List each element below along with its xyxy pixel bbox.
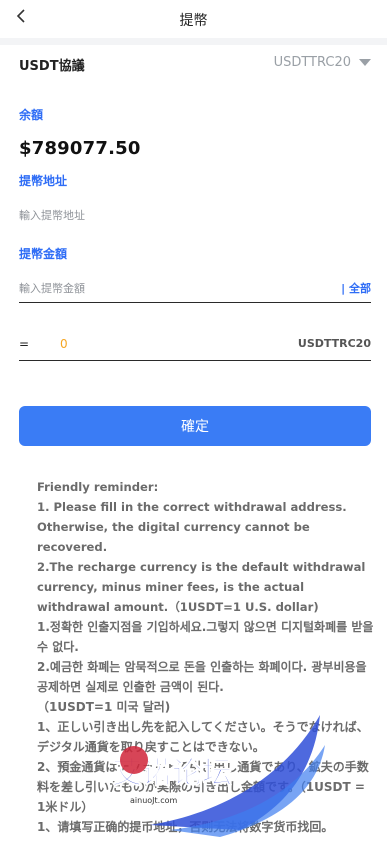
- reminder-line: 1、正しい引き出し先を記入してください。そうでなければ、デジタル通貨を取り戻すこ…: [37, 720, 369, 754]
- balance-label: 余額: [19, 108, 44, 122]
- amount-input[interactable]: 輸入提幣金額: [19, 280, 85, 296]
- friendly-reminder: Friendly reminder: 1. Please fill in the…: [37, 477, 375, 837]
- header-divider: [0, 38, 387, 45]
- reminder-line: Friendly reminder:: [37, 480, 159, 494]
- amount-divider: [19, 302, 371, 303]
- reminder-line: 2.The recharge currency is the default w…: [37, 560, 366, 614]
- equals-sign: =: [19, 337, 30, 351]
- amount-label: 提幣金額: [19, 247, 68, 261]
- usdt-protocol-select[interactable]: USDTTRC20: [274, 55, 371, 70]
- converted-amount: 0: [60, 337, 68, 351]
- caret-down-icon: [359, 59, 371, 66]
- all-amount-link[interactable]: | 全部: [341, 280, 371, 296]
- page-title: 提幣: [179, 13, 208, 29]
- converted-unit: USDTTRC20: [297, 337, 371, 350]
- reminder-line: 1.정확한 인출지점을 기입하세요.그렇지 않으면 디지털화폐를 받을수 없다.: [37, 620, 374, 654]
- usdt-protocol-label: USDT協議: [19, 59, 85, 74]
- conversion-divider: [19, 360, 371, 361]
- reminder-line: 1. Please fill in the correct withdrawal…: [37, 500, 347, 554]
- reminder-line: 2.예금한 화폐는 암묵적으로 돈을 인출하는 화폐이다. 광부비용을 공제하면…: [37, 660, 367, 694]
- address-label: 提幣地址: [19, 174, 68, 188]
- confirm-button[interactable]: 確定: [19, 406, 371, 446]
- usdt-protocol-row: USDT協議 USDTTRC20: [19, 55, 371, 75]
- reminder-line: （1USDT=1 미국 달러): [37, 700, 171, 714]
- address-input[interactable]: 輸入提幣地址: [19, 207, 85, 223]
- balance-value: $789077.50: [19, 138, 141, 159]
- reminder-line: 2、預金通貨はデフォルトで引き出し通貨であり、鉱夫の手数料を差し引いたものが実際…: [37, 760, 369, 814]
- reminder-line: 1、请填写正确的提币地址，否则无法将数字货币找回。: [37, 820, 334, 834]
- header-bar: 提幣: [0, 0, 387, 38]
- usdt-protocol-value: USDTTRC20: [273, 55, 351, 70]
